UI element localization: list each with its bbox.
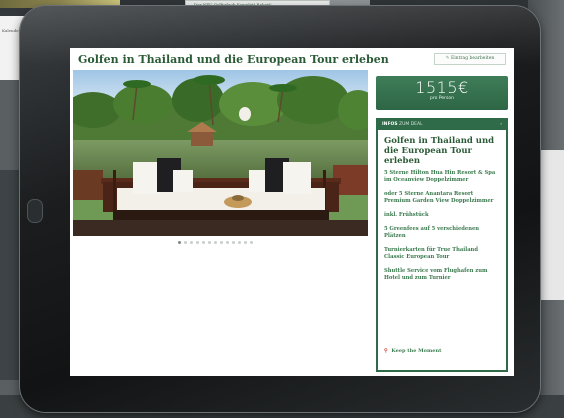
price-box: 1515€ pro Person [376,76,508,110]
carousel-dots [178,241,253,244]
carousel-dot[interactable] [184,241,187,244]
chevron-right-icon: › [500,122,502,127]
carousel-dot[interactable] [238,241,241,244]
tablet-home-button [27,199,43,223]
info-item: inkl. Frühstück [384,212,429,218]
info-panel-header[interactable]: INFOS ZUM DEAL › [378,120,506,130]
carousel-dot[interactable] [178,241,181,244]
price-unit: pro Person [430,96,454,101]
page-title: Golfen in Thailand und die European Tour… [78,53,389,66]
carousel-dot[interactable] [196,241,199,244]
info-header-tag: INFOS [382,122,398,127]
info-item: 5 Sterne Hilton Hua Hin Resort & Spa im … [384,170,496,183]
info-item: oder 5 Sterne Anantara Resort Premium Ga… [384,191,494,204]
carousel-dot[interactable] [250,241,253,244]
keep-the-moment-label: Keep the Moment [391,348,442,354]
deal-info-panel: INFOS ZUM DEAL › Golfen in Thailand und … [376,118,508,372]
price-value: 1515€ [415,78,469,97]
resort-photo[interactable] [73,70,368,236]
carousel-dot[interactable] [214,241,217,244]
info-item: Turnierkarten für True Thailand Classic … [384,247,478,260]
carousel-dot[interactable] [226,241,229,244]
info-panel-title: Golfen in Thailand und die European Tour… [384,136,495,166]
carousel-dot[interactable] [232,241,235,244]
keep-the-moment-link[interactable]: ⚲ Keep the Moment [384,348,441,354]
carousel-dot[interactable] [190,241,193,244]
info-item: Shuttle Service vom Flughafen zum Hotel … [384,268,488,281]
photo-carousel-indicator[interactable] [73,238,368,248]
edit-entry-label: Eintrag bearbeiten [450,56,495,61]
carousel-dot[interactable] [244,241,247,244]
tablet-screen: Golfen in Thailand und die European Tour… [70,48,514,376]
pencil-icon: ✎ [445,56,450,61]
carousel-dot[interactable] [220,241,223,244]
map-pin-icon: ⚲ [384,348,388,354]
resort-photo-illustration [73,70,368,236]
info-item: 5 Greenfees auf 5 verschiedenen Plätzen [384,226,480,239]
info-header-sub: ZUM DEAL [399,122,423,127]
edit-entry-button[interactable]: ✎ Eintrag bearbeiten [434,53,506,65]
carousel-dot[interactable] [202,241,205,244]
carousel-dot[interactable] [208,241,211,244]
